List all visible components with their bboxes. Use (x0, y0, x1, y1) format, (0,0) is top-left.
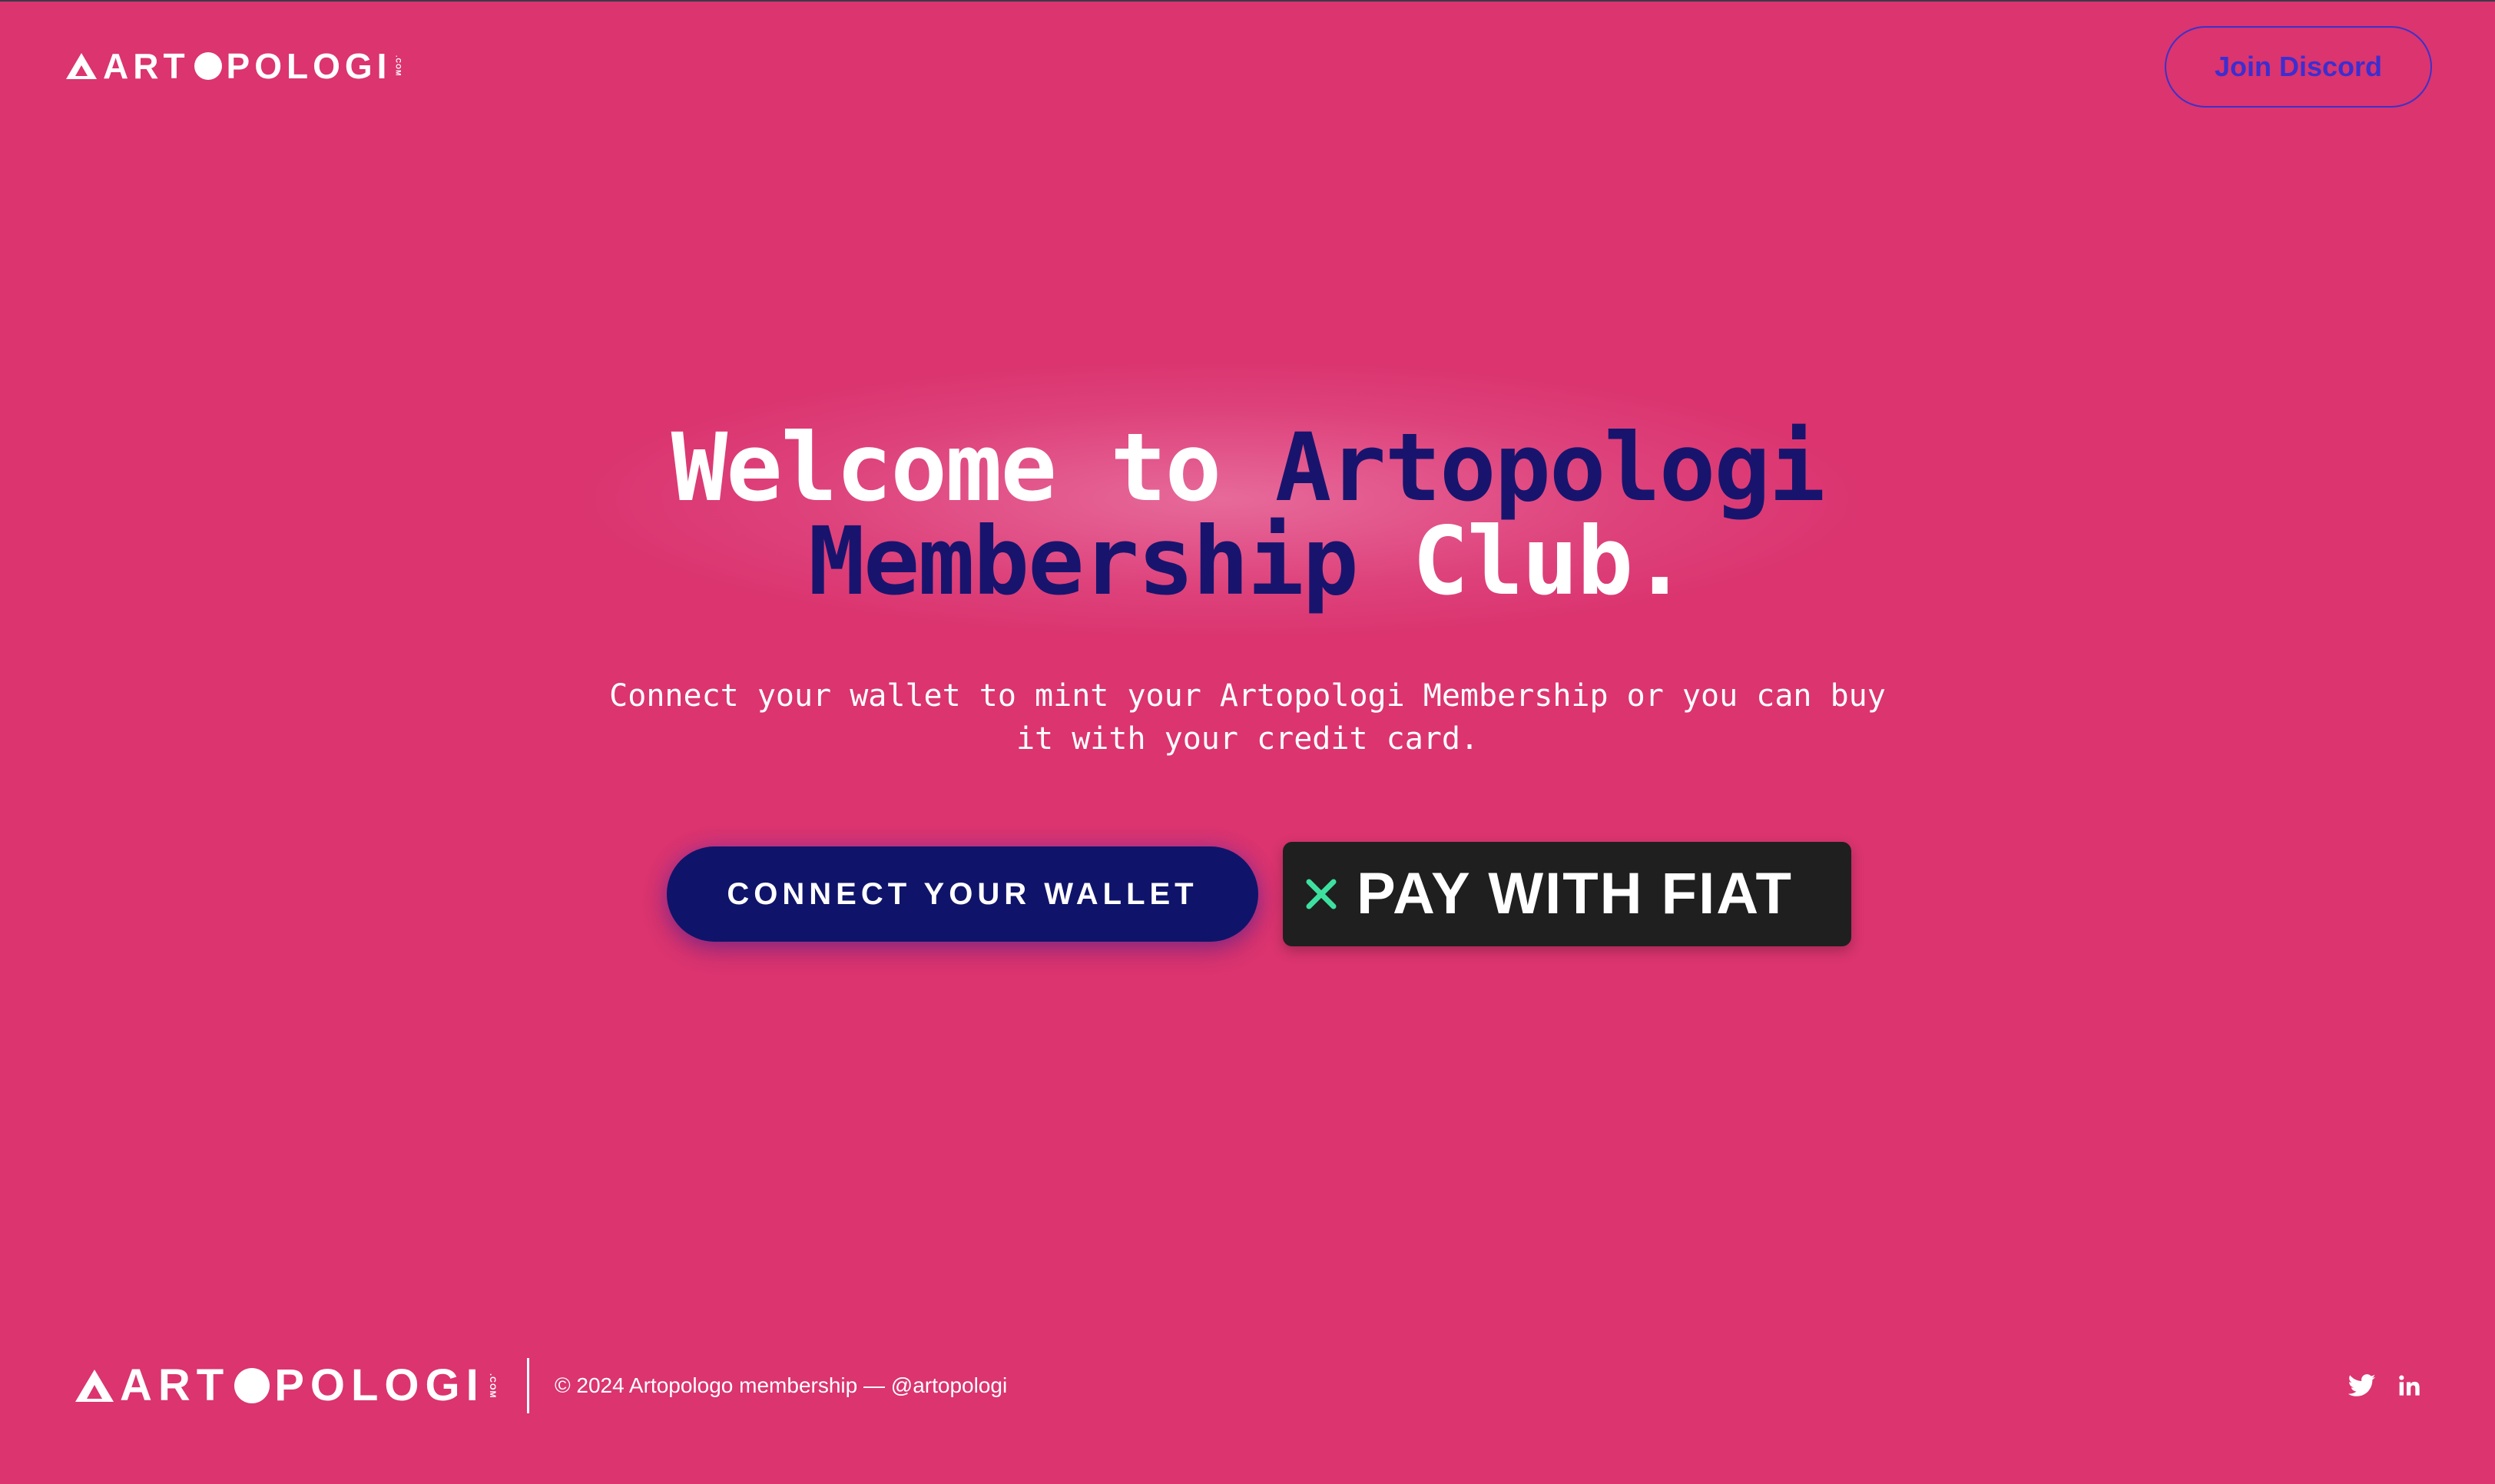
hero-title: Welcome to Artopologi Membership Club. (0, 421, 2495, 608)
crossmint-icon (1306, 879, 1337, 909)
hero-subtitle: Connect your wallet to mint your Artopol… (0, 674, 2495, 760)
footer-logo-triangle-icon (75, 1370, 114, 1402)
footer-logo-text-right: POLOGI (274, 1360, 485, 1410)
footer-logo-circle-icon (234, 1368, 270, 1403)
logo-text-right: POLOGI (226, 46, 392, 86)
pay-with-fiat-label: PAY WITH FIAT (1357, 861, 1793, 926)
linkedin-icon (2399, 1375, 2420, 1396)
logo-circle-icon (194, 52, 222, 80)
pay-with-fiat-button[interactable]: PAY WITH FIAT (1283, 842, 1851, 946)
join-discord-button[interactable]: Join Discord (2165, 26, 2432, 108)
hero-title-line-2: Membership Club. (0, 515, 2495, 608)
hero-title-welcome: Welcome to (671, 413, 1222, 522)
connect-wallet-button[interactable]: CONNECT YOUR WALLET (667, 846, 1258, 942)
footer-logo-suffix: .COM (487, 1373, 497, 1399)
twitter-link[interactable] (2346, 1370, 2378, 1401)
logo-text-left: ART (103, 46, 190, 86)
hero-title-membership: Membership (808, 507, 1359, 616)
footer-divider (527, 1358, 529, 1413)
hero-title-line-1: Welcome to Artopologi (0, 421, 2495, 515)
window-top-border (0, 0, 2495, 2)
footer-logo-wordmark: ART POLOGI .COM (75, 1360, 497, 1410)
hero-title-club: Club. (1412, 507, 1688, 616)
hero-subtitle-line-1: Connect your wallet to mint your Artopol… (609, 678, 1886, 714)
footer-logo-text-left: ART (120, 1360, 230, 1410)
logo-triangle-icon (66, 53, 97, 79)
footer-handle-link[interactable]: @artopologi (891, 1372, 1007, 1400)
twitter-icon (2348, 1374, 2376, 1396)
logo-suffix: .COM (394, 55, 403, 77)
footer-copyright-text: © 2024 Artopologo membership — (555, 1373, 891, 1397)
hero-title-brand: Artopologi (1274, 413, 1826, 522)
linkedin-link[interactable] (2395, 1370, 2424, 1401)
hero-subtitle-line-2: it with your credit card. (1016, 721, 1479, 757)
header-logo[interactable]: ART POLOGI .COM (66, 46, 403, 86)
footer-logo[interactable]: ART POLOGI .COM (75, 1360, 497, 1410)
logo-wordmark: ART POLOGI .COM (66, 46, 403, 86)
footer-copyright: © 2024 Artopologo membership — @artopolo… (555, 1372, 1007, 1400)
